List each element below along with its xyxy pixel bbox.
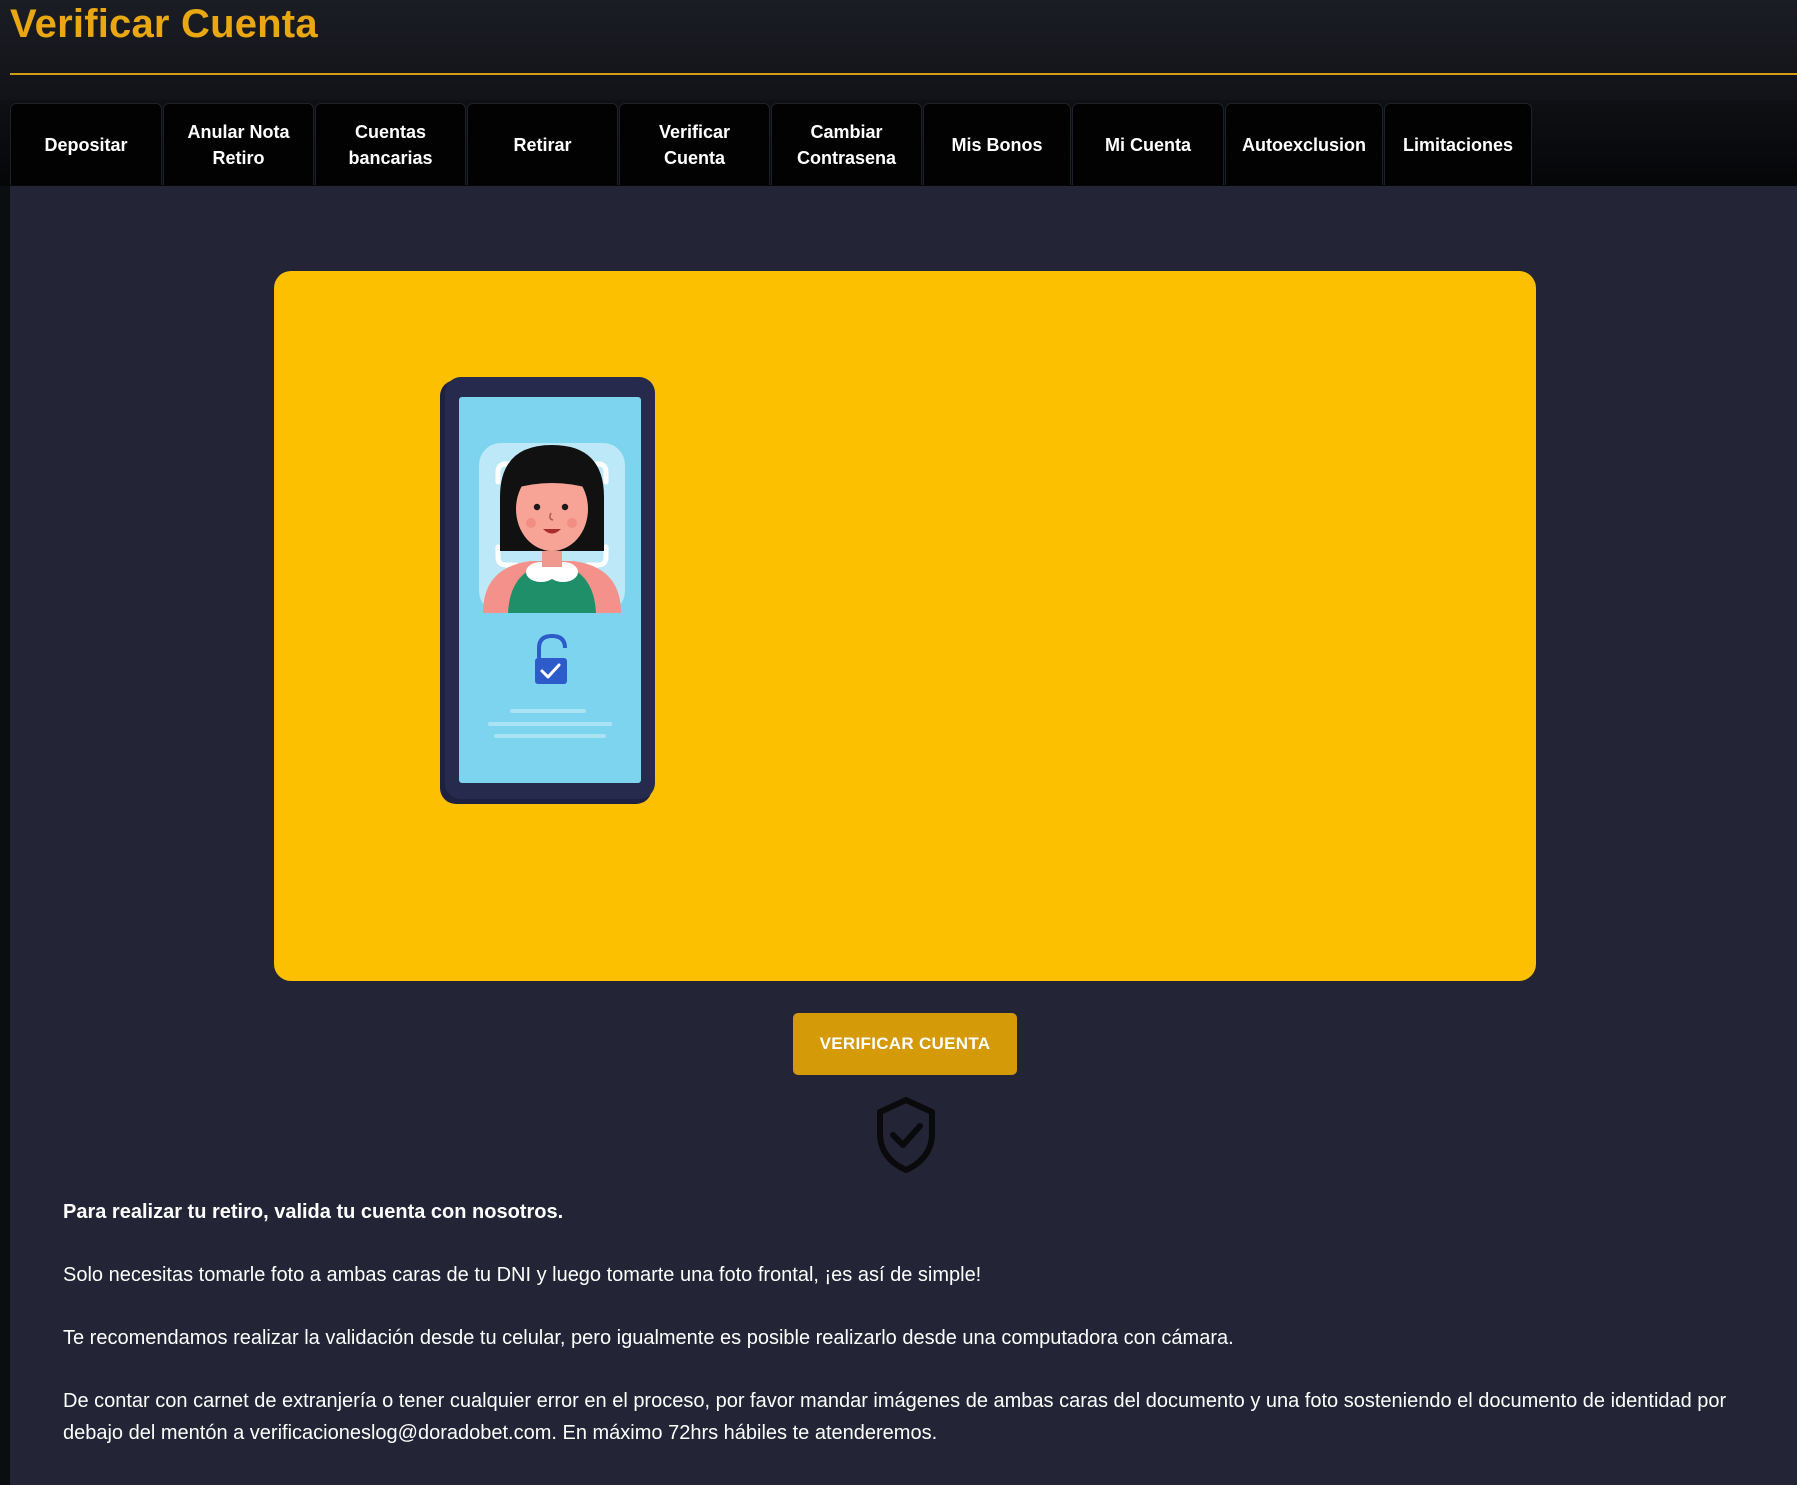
tab-depositar[interactable]: Depositar — [10, 103, 162, 185]
info-lead: Para realizar tu retiro, valida tu cuent… — [63, 1201, 564, 1223]
main-content: VERIFICAR CUENTA Para realizar tu retiro… — [10, 186, 1797, 1485]
shield-check-icon — [877, 1097, 935, 1173]
tab-mis-bonos[interactable]: Mis Bonos — [923, 103, 1071, 185]
tab-limitaciones[interactable]: Limitaciones — [1384, 103, 1532, 185]
tab-verificar-cuenta[interactable]: Verificar Cuenta — [619, 103, 770, 185]
tab-anular-nota-retiro[interactable]: Anular Nota Retiro — [163, 103, 314, 185]
tab-cuentas-bancarias[interactable]: Cuentas bancarias — [315, 103, 466, 185]
phone-face-verification-illustration — [440, 377, 655, 804]
title-divider — [10, 73, 1797, 75]
hero-banner — [274, 271, 1536, 981]
tab-retirar[interactable]: Retirar — [467, 103, 618, 185]
verify-account-button[interactable]: VERIFICAR CUENTA — [793, 1013, 1017, 1075]
tab-autoexclusion[interactable]: Autoexclusion — [1225, 103, 1383, 185]
info-paragraph-contact: De contar con carnet de extranjería o te… — [63, 1390, 1727, 1444]
info-paragraph-device: Te recomendamos realizar la validación d… — [63, 1327, 1234, 1349]
tab-mi-cuenta[interactable]: Mi Cuenta — [1072, 103, 1224, 185]
tab-cambiar-contrasena[interactable]: Cambiar Contrasena — [771, 103, 922, 185]
info-paragraph-dni: Solo necesitas tomarle foto a ambas cara… — [63, 1264, 982, 1286]
verification-info: Para realizar tu retiro, valida tu cuent… — [63, 1196, 1763, 1480]
tab-bar: Depositar Anular Nota Retiro Cuentas ban… — [0, 100, 1797, 186]
page-header: Verificar Cuenta — [0, 0, 1797, 100]
page-title: Verificar Cuenta — [10, 2, 318, 46]
